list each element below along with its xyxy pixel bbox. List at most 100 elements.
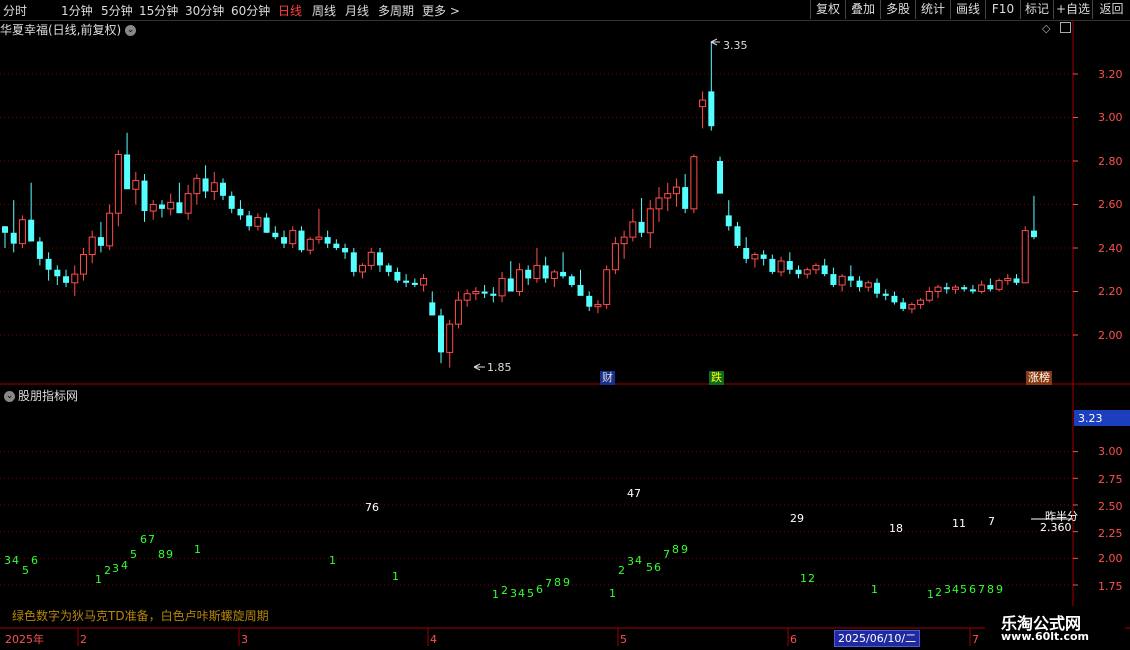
candle-body-down <box>220 182 226 196</box>
candle-body-down <box>769 258 776 272</box>
candle-body-up <box>812 264 820 271</box>
td-setup-number: 7 <box>545 577 552 590</box>
candle-body-up <box>446 323 454 353</box>
candle-body-up <box>472 291 480 295</box>
lucas-cycle-number: 29 <box>790 512 804 525</box>
candle-body-up <box>838 275 846 286</box>
candle-body-up <box>515 269 523 292</box>
candle-body-down <box>45 258 52 270</box>
indicator-title[interactable]: ⌄ 股朋指标网 <box>4 387 78 404</box>
td-setup-number: 5 <box>527 587 534 600</box>
low-arrow <box>473 363 485 371</box>
lucas-cycle-number: 47 <box>627 487 641 500</box>
candle-body-down <box>560 271 567 277</box>
td-setup-number: 6 <box>536 583 543 596</box>
candle-body-down <box>202 178 209 192</box>
candle-body-down <box>1013 278 1020 283</box>
candle-body-down <box>821 265 828 275</box>
td-setup-number: 2 <box>618 564 625 577</box>
candle-body-down <box>577 284 584 296</box>
td-setup-number: 1 <box>95 573 102 586</box>
candle-body-down <box>246 215 253 227</box>
indicator-tick: 1.75 <box>1098 580 1123 593</box>
candle-body-up <box>751 254 759 260</box>
candle-body-up <box>917 299 925 306</box>
candle-body-down <box>429 302 436 316</box>
td-setup-number: 8 <box>554 576 561 589</box>
lucas-cycle-number: 76 <box>365 501 379 514</box>
candle-body-up <box>463 293 471 301</box>
chevron-down-icon[interactable]: ⌄ <box>4 391 15 402</box>
td-setup-number: 1 <box>392 570 399 583</box>
candle-body-up <box>664 193 672 199</box>
candle-body-down <box>350 252 357 272</box>
candle-body-up <box>132 180 140 190</box>
candle-body-down <box>969 289 976 292</box>
indicator-note: 绿色数字为狄马克TD准备，白色卢咔斯螺旋周期 <box>12 609 269 623</box>
watermark: 乐淘公式网 www.60lt.com <box>985 606 1125 646</box>
td-setup-number: 7 <box>978 583 985 596</box>
candle-body-down <box>568 276 575 285</box>
candle-body-up <box>594 304 602 308</box>
selected-date: 2025/06/10/二 <box>834 630 921 647</box>
candle-body-up <box>315 236 323 240</box>
td-setup-number: 3 <box>4 554 11 567</box>
drop-badge[interactable]: 跌 <box>709 371 724 385</box>
candle-body-up <box>18 219 26 245</box>
candle-body-down <box>961 287 968 290</box>
candle-body-up <box>995 280 1003 290</box>
candle-body-down <box>682 187 689 209</box>
price-chart[interactable]: 76472918 11 7 2.360昨半分3 4566 78 9 112 3 45 111 2 3 4 5… <box>0 0 1130 650</box>
candle-body-down <box>298 230 305 251</box>
td-setup-number: 8 <box>987 583 994 596</box>
candle-body-up <box>777 260 785 273</box>
candle-body-up <box>114 153 122 214</box>
price-tick: 3.20 <box>1098 68 1123 81</box>
candle-body-down <box>438 315 444 353</box>
candle-body-up <box>646 208 654 234</box>
indicator-tick: 2.75 <box>1098 473 1123 486</box>
price-tick: 3.00 <box>1098 111 1123 124</box>
candle-body-up <box>149 204 157 212</box>
candle-body-up <box>611 243 619 271</box>
candle-body-down <box>324 237 331 244</box>
candle-body-up <box>106 212 114 247</box>
time-label: 5 <box>620 633 627 646</box>
td-setup-number: 4 <box>518 587 525 600</box>
lucas-cycle-number: 11 <box>952 517 966 530</box>
candle-body-down <box>394 271 401 281</box>
candle-body-down <box>786 261 793 270</box>
td-setup-number: 3 <box>112 562 119 575</box>
td-setup-number: 5 <box>646 561 653 574</box>
price-tick: 2.00 <box>1098 329 1123 342</box>
candle-body-down <box>943 287 950 290</box>
low-label: 1.85 <box>487 361 512 374</box>
candle-body-up <box>629 221 637 238</box>
candle-body-down <box>760 254 767 259</box>
candle-body-down <box>987 284 994 290</box>
candle-body-up <box>71 273 79 284</box>
candle-body-down <box>342 248 349 253</box>
candle-body-down <box>63 276 70 283</box>
candle-body-down <box>272 232 279 238</box>
td-setup-number: 2 <box>935 586 942 599</box>
candle-body-up <box>533 264 541 279</box>
candle-body-down <box>891 295 898 303</box>
candle-body-down <box>586 295 593 307</box>
td-setup-number: 6 <box>31 554 38 567</box>
finance-badge[interactable]: 财 <box>600 371 615 385</box>
td-setup-number: 1 <box>871 583 878 596</box>
candle-body-down <box>542 265 549 279</box>
td-setup-number: 2 <box>104 564 111 577</box>
td-setup-number: 3 <box>627 555 634 568</box>
lucas-cycle-number: 18 <box>889 522 903 535</box>
candle-body-up <box>210 182 218 192</box>
candle-body-down <box>28 219 35 242</box>
td-setup-number: 8 <box>158 548 165 561</box>
indicator-tick: 2.50 <box>1098 500 1123 513</box>
rise-rank-badge[interactable]: 涨榜 <box>1026 371 1052 385</box>
candle-body-down <box>725 215 732 227</box>
candle-body-down <box>281 237 288 244</box>
candlestick-series <box>2 41 1037 368</box>
indicator-tick: 3.00 <box>1098 445 1123 458</box>
